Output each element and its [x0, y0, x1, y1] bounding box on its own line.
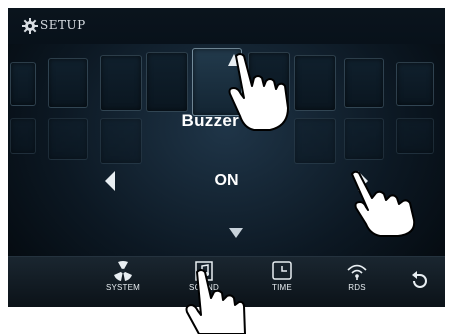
fan-icon [114, 261, 132, 281]
tab-label: TIME [272, 283, 292, 292]
pointing-hand-icon [228, 53, 289, 131]
clock-icon [272, 261, 292, 280]
arrow-down-icon[interactable] [229, 228, 243, 238]
header-bar: SETUP [8, 8, 445, 44]
tab-label: RDS [348, 283, 366, 292]
gear-icon [22, 18, 38, 34]
tab-time[interactable]: TIME [252, 261, 312, 305]
tab-label: SYSTEM [105, 283, 141, 292]
pointing-hand-icon [185, 269, 246, 334]
carousel-tile[interactable] [294, 55, 336, 111]
pointing-hand-icon [351, 170, 416, 237]
carousel-tile[interactable] [10, 62, 36, 106]
carousel-tile[interactable] [396, 62, 434, 106]
radio-signal-icon [347, 264, 367, 280]
carousel-tile[interactable] [344, 58, 384, 108]
carousel-tile[interactable] [100, 55, 142, 111]
tab-system[interactable]: SYSTEM [93, 261, 153, 305]
tab-rds[interactable]: RDS [327, 261, 387, 305]
back-icon[interactable] [409, 270, 431, 292]
carousel-tile[interactable] [146, 52, 188, 112]
page-title: SETUP [40, 18, 86, 32]
carousel-tile[interactable] [48, 58, 88, 108]
